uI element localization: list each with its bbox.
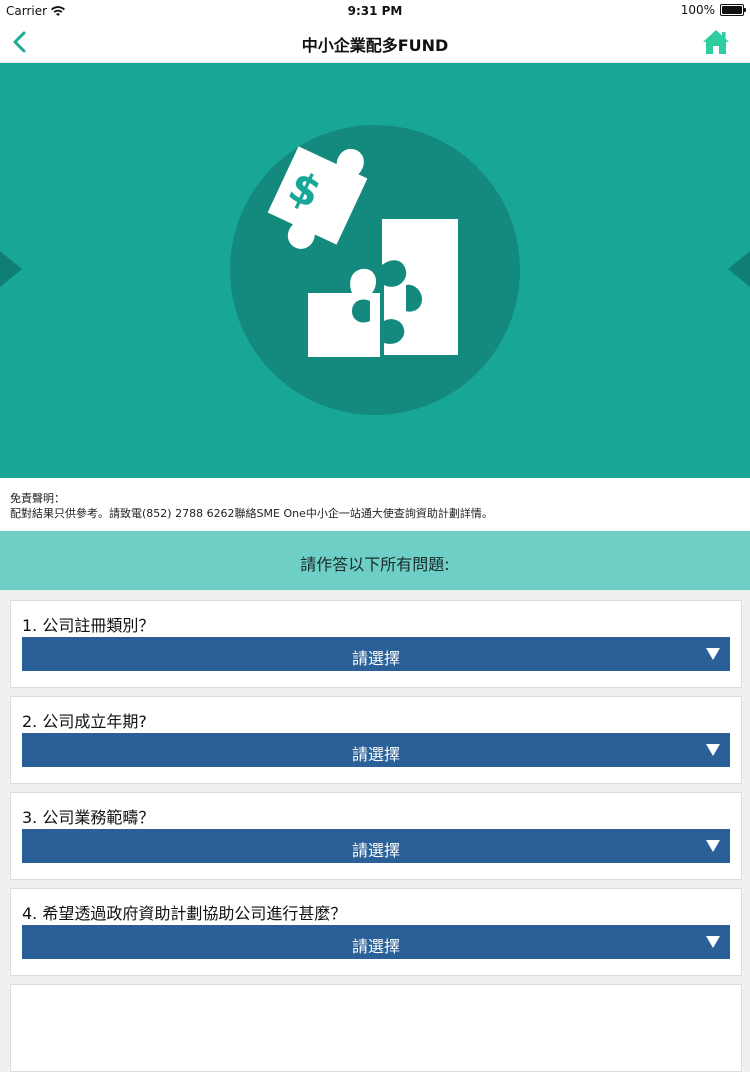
next-slide-arrow[interactable] (728, 251, 750, 287)
question-card: 4. 希望透過政府資助計劃協助公司進行甚麼？ 請選擇 (10, 888, 742, 976)
dropdown-arrow-icon (706, 648, 720, 660)
question-label: 4. 希望透過政府資助計劃協助公司進行甚麼？ (22, 904, 347, 923)
dropdown-arrow-icon (706, 744, 720, 756)
question-dropdown[interactable]: 請選擇 (22, 733, 730, 767)
dropdown-value: 請選擇 (351, 841, 400, 860)
dropdown-value: 請選擇 (351, 745, 400, 764)
hero-banner: $ (0, 63, 750, 478)
status-bar: Carrier 9:31 PM 100% (0, 0, 750, 22)
disclaimer-heading: 免責聲明： (10, 492, 65, 505)
dropdown-value: 請選擇 (351, 937, 400, 956)
home-icon (703, 30, 729, 54)
home-button[interactable] (700, 26, 732, 58)
disclaimer: 免責聲明： 配對結果只供參考。請致電(852) 2788 6262聯絡SME O… (0, 478, 750, 531)
instruction-banner: 請作答以下所有問題: (0, 531, 750, 590)
puzzle-dollar-icon: $ (267, 146, 458, 357)
disclaimer-text: 配對結果只供參考。請致電(852) 2788 6262聯絡SME One中小企一… (10, 507, 493, 520)
question-label: 1. 公司註冊類別？ (22, 616, 155, 635)
question-card: 3. 公司業務範疇？ 請選擇 (10, 792, 742, 880)
dropdown-arrow-icon (706, 936, 720, 948)
question-label: 2. 公司成立年期? (22, 712, 147, 731)
clock: 9:31 PM (347, 4, 403, 18)
dropdown-value: 請選擇 (351, 649, 400, 668)
question-card: 1. 公司註冊類別？ 請選擇 (10, 600, 742, 688)
navigation-bar: 中小企業配多FUND (0, 22, 750, 63)
question-label: 3. 公司業務範疇？ (22, 808, 155, 827)
question-dropdown[interactable]: 請選擇 (22, 637, 730, 671)
previous-slide-arrow[interactable] (0, 251, 22, 287)
question-card-partial (10, 984, 742, 1072)
question-dropdown[interactable]: 請選擇 (22, 925, 730, 959)
page-title: 中小企業配多FUND (301, 36, 449, 55)
question-dropdown[interactable]: 請選擇 (22, 829, 730, 863)
question-card: 2. 公司成立年期? 請選擇 (10, 696, 742, 784)
dropdown-arrow-icon (706, 840, 720, 852)
battery-indicator: 100% (680, 3, 746, 17)
battery-icon (720, 4, 746, 16)
battery-percent: 100% (680, 3, 715, 17)
instruction-text: 請作答以下所有問題: (300, 555, 450, 574)
